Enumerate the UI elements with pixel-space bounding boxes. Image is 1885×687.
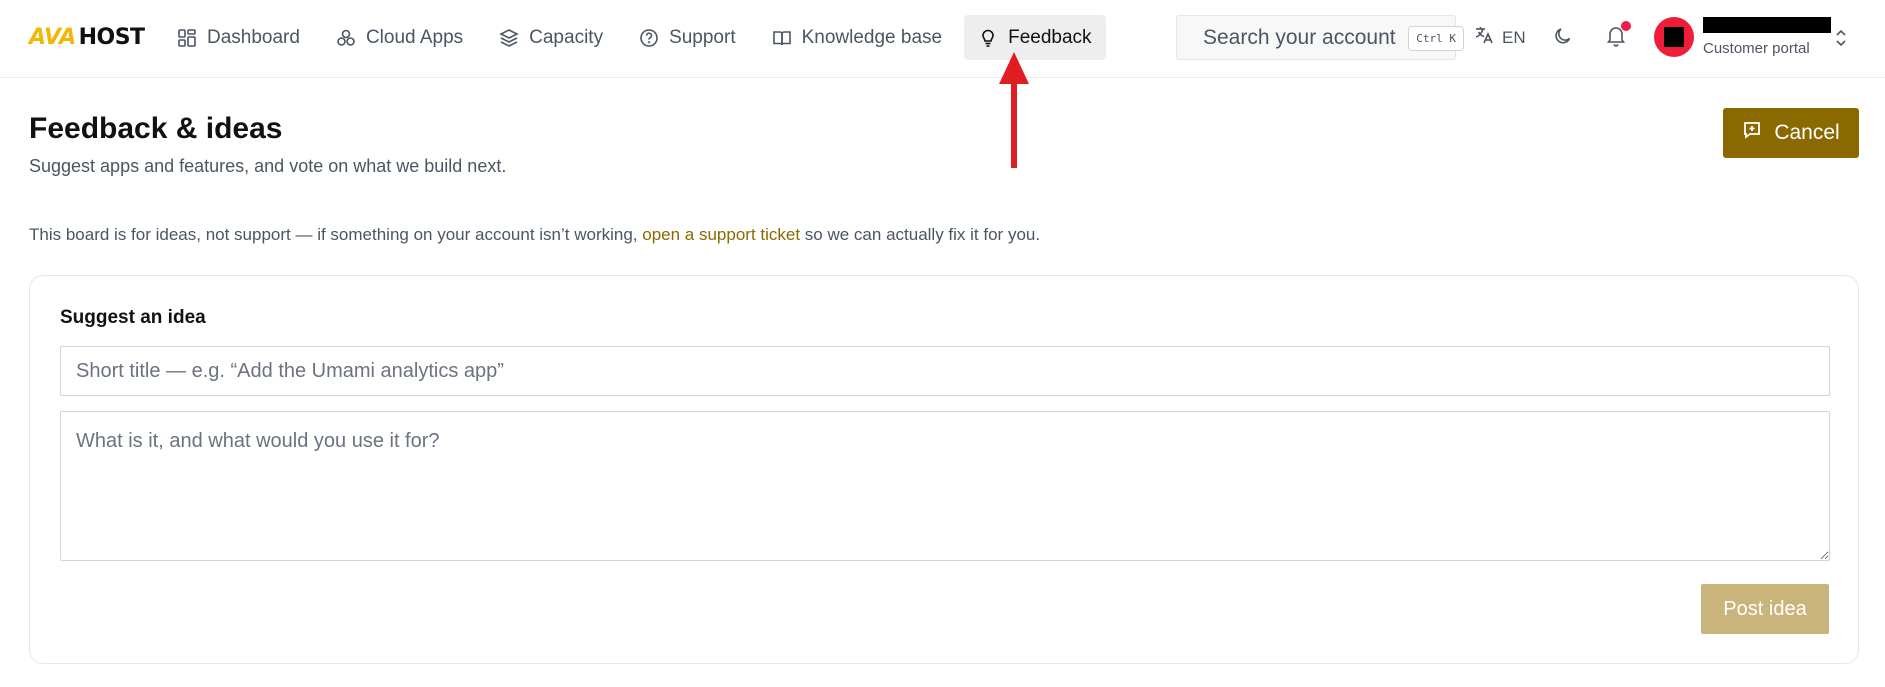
logo-ava-text: AVA xyxy=(29,24,76,50)
cancel-button[interactable]: Cancel xyxy=(1723,108,1859,158)
notice-text-after: so we can actually fix it for you. xyxy=(800,225,1041,244)
cancel-button-label: Cancel xyxy=(1774,121,1840,144)
suggest-idea-card: Suggest an idea Post idea xyxy=(29,275,1859,664)
notice-text-before: This board is for ideas, not support — i… xyxy=(29,225,643,244)
suggest-idea-heading: Suggest an idea xyxy=(60,307,206,328)
notifications-button[interactable] xyxy=(1606,21,1631,52)
message-plus-icon xyxy=(1742,120,1774,146)
moon-icon[interactable] xyxy=(1553,26,1573,51)
page-title: Feedback & ideas xyxy=(29,112,283,145)
idea-description-textarea[interactable] xyxy=(60,411,1830,561)
language-switcher[interactable]: EN xyxy=(1474,25,1526,50)
chevron-up-down-icon[interactable] xyxy=(1834,28,1848,53)
nav-label-knowledge-base: Knowledge base xyxy=(801,26,943,48)
help-circle-icon xyxy=(639,28,659,48)
search-box[interactable]: Search your account Ctrl K xyxy=(1176,15,1464,60)
annotation-arrow xyxy=(998,50,1030,175)
page-subtitle: Suggest apps and features, and vote on w… xyxy=(29,156,507,176)
apps-cluster-icon xyxy=(336,28,356,48)
avahost-logo[interactable]: AVA HOST xyxy=(29,24,145,50)
lightbulb-icon xyxy=(978,28,998,48)
layers-icon xyxy=(499,28,519,48)
post-idea-button[interactable]: Post idea xyxy=(1701,584,1829,634)
avatar[interactable] xyxy=(1654,17,1694,57)
avatar-redacted-block xyxy=(1664,27,1684,47)
bell-icon xyxy=(1606,27,1626,51)
nav-item-cloud-apps[interactable]: Cloud Apps xyxy=(322,15,477,60)
top-navigation-bar: AVA HOST Dashboard Cloud Apps Capacity S… xyxy=(0,0,1885,78)
idea-title-input[interactable] xyxy=(60,346,1830,396)
book-icon xyxy=(772,28,792,48)
support-notice: This board is for ideas, not support — i… xyxy=(29,225,1040,245)
translate-icon xyxy=(1474,25,1502,50)
main-nav: Dashboard Cloud Apps Capacity Support Kn… xyxy=(163,15,1114,60)
nav-label-feedback: Feedback xyxy=(1008,26,1092,48)
search-placeholder: Search your account xyxy=(1203,25,1396,49)
search-shortcut-badge: Ctrl K xyxy=(1408,26,1464,51)
nav-label-dashboard: Dashboard xyxy=(207,26,300,48)
nav-label-capacity: Capacity xyxy=(529,26,604,48)
nav-item-feedback[interactable]: Feedback xyxy=(964,15,1106,60)
user-name-redacted xyxy=(1703,17,1831,33)
nav-item-dashboard[interactable]: Dashboard xyxy=(163,15,314,60)
nav-label-cloud-apps: Cloud Apps xyxy=(365,26,464,48)
grid-icon xyxy=(177,28,197,48)
nav-label-support: Support xyxy=(669,26,736,48)
support-ticket-link[interactable]: open a support ticket xyxy=(642,225,800,244)
logo-host-text: HOST xyxy=(78,24,145,50)
notification-dot xyxy=(1621,21,1631,31)
nav-item-support[interactable]: Support xyxy=(625,15,750,60)
language-code: EN xyxy=(1502,27,1526,47)
user-role-label: Customer portal xyxy=(1703,40,1810,57)
nav-item-capacity[interactable]: Capacity xyxy=(485,15,617,60)
nav-item-knowledge-base[interactable]: Knowledge base xyxy=(758,15,957,60)
